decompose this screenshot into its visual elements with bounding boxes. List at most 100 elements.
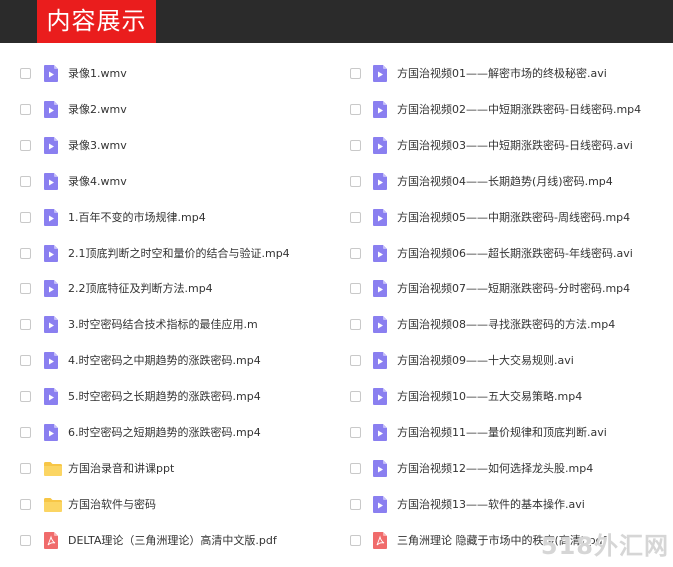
file-row[interactable]: 方国治视频02——中短期涨跌密码-日线密码.mp4 — [330, 92, 673, 128]
file-row[interactable]: 方国治视频08——寻找涨跌密码的方法.mp4 — [330, 307, 673, 343]
video-file-icon — [373, 100, 387, 118]
header-bar: 内容展示 — [0, 0, 673, 43]
file-checkbox[interactable] — [20, 68, 31, 79]
watermark: 518外汇网 — [540, 532, 669, 560]
file-row[interactable]: 1.百年不变的市场规律.mp4 — [0, 200, 330, 236]
file-checkbox[interactable] — [350, 498, 361, 510]
file-row[interactable]: 录像2.wmv — [0, 92, 330, 128]
folder-icon — [44, 461, 62, 476]
file-checkbox[interactable] — [350, 283, 361, 295]
file-checkbox[interactable] — [350, 175, 361, 187]
file-checkbox[interactable] — [20, 139, 31, 151]
file-row[interactable]: 方国治视频09——十大交易规则.avi — [330, 343, 673, 379]
file-name: 2.2顶底特征及判断方法.mp4 — [68, 282, 213, 296]
file-name: 方国治视频02——中短期涨跌密码-日线密码.mp4 — [397, 102, 642, 116]
file-checkbox[interactable] — [20, 319, 31, 331]
video-file-icon — [373, 208, 387, 226]
video-file-icon — [373, 172, 387, 190]
file-checkbox[interactable] — [350, 68, 361, 79]
video-file-icon — [373, 424, 387, 441]
file-row[interactable]: 方国治视频11——量价规律和顶底判断.avi — [330, 415, 673, 451]
file-name: DELTA理论（三角洲理论）高清中文版.pdf — [68, 533, 277, 547]
file-checkbox[interactable] — [350, 211, 361, 223]
video-file-icon — [44, 100, 58, 118]
file-checkbox[interactable] — [20, 283, 31, 295]
file-name: 方国治视频07——短期涨跌密码-分时密码.mp4 — [397, 282, 631, 296]
file-name: 方国治视频11——量价规律和顶底判断.avi — [397, 426, 607, 439]
file-name: 方国治视频13——软件的基本操作.avi — [397, 497, 585, 511]
file-checkbox[interactable] — [350, 103, 361, 115]
file-row[interactable]: 6.时空密码之短期趋势的涨跌密码.mp4 — [0, 415, 330, 451]
file-name: 方国治视频01——解密市场的终极秘密.avi — [397, 67, 607, 80]
video-file-icon — [44, 208, 58, 226]
file-row[interactable]: 方国治视频01——解密市场的终极秘密.avi — [330, 56, 673, 92]
file-name: 5.时空密码之长期趋势的涨跌密码.mp4 — [68, 390, 261, 404]
video-file-icon — [44, 316, 58, 334]
file-checkbox[interactable] — [20, 247, 31, 259]
file-name: 录像4.wmv — [68, 174, 127, 188]
file-row[interactable]: 5.时空密码之长期趋势的涨跌密码.mp4 — [0, 379, 330, 415]
file-checkbox[interactable] — [350, 391, 361, 403]
file-checkbox[interactable] — [20, 498, 31, 510]
file-row[interactable]: DELTA理论（三角洲理论）高清中文版.pdf — [0, 523, 330, 559]
file-checkbox[interactable] — [20, 355, 31, 367]
folder-icon — [44, 497, 62, 512]
file-checkbox[interactable] — [350, 462, 361, 474]
file-row[interactable]: 录像3.wmv — [0, 128, 330, 164]
file-name: 方国治视频06——超长期涨跌密码-年线密码.avi — [397, 246, 633, 260]
file-checkbox[interactable] — [350, 139, 361, 151]
file-row[interactable]: 2.1顶底判断之时空和量价的结合与验证.mp4 — [0, 236, 330, 272]
video-file-icon — [373, 316, 387, 334]
file-checkbox[interactable] — [350, 319, 361, 331]
file-row[interactable]: 4.时空密码之中期趋势的涨跌密码.mp4 — [0, 343, 330, 379]
file-name: 方国治录音和讲课ppt — [68, 461, 175, 475]
file-row[interactable]: 方国治视频04——长期趋势(月线)密码.mp4 — [330, 164, 673, 200]
file-row[interactable]: 方国治视频12——如何选择龙头股.mp4 — [330, 451, 673, 487]
file-name: 1.百年不变的市场规律.mp4 — [68, 210, 206, 224]
file-name: 6.时空密码之短期趋势的涨跌密码.mp4 — [68, 426, 261, 439]
file-checkbox[interactable] — [20, 175, 31, 187]
file-checkbox[interactable] — [350, 355, 361, 367]
file-row[interactable]: 方国治软件与密码 — [0, 487, 330, 523]
video-file-icon — [44, 244, 58, 262]
file-row[interactable]: 方国治视频07——短期涨跌密码-分时密码.mp4 — [330, 271, 673, 307]
file-row[interactable]: 方国治录音和讲课ppt — [0, 451, 330, 487]
file-row[interactable]: 方国治视频05——中期涨跌密码-周线密码.mp4 — [330, 200, 673, 236]
file-checkbox[interactable] — [350, 247, 361, 259]
video-file-icon — [373, 280, 387, 298]
pdf-file-icon — [373, 531, 387, 549]
file-row[interactable]: 方国治视频03——中短期涨跌密码-日线密码.avi — [330, 128, 673, 164]
file-checkbox[interactable] — [350, 534, 361, 546]
file-row[interactable]: 录像1.wmv — [0, 56, 330, 92]
pdf-file-icon — [44, 531, 58, 549]
file-checkbox[interactable] — [350, 427, 361, 438]
file-name: 方国治视频05——中期涨跌密码-周线密码.mp4 — [397, 210, 631, 224]
file-name: 方国治视频04——长期趋势(月线)密码.mp4 — [397, 174, 613, 188]
video-file-icon — [44, 136, 58, 154]
file-checkbox[interactable] — [20, 462, 31, 474]
file-checkbox[interactable] — [20, 103, 31, 115]
file-checkbox[interactable] — [20, 211, 31, 223]
video-file-icon — [44, 352, 58, 370]
file-row[interactable]: 方国治视频10——五大交易策略.mp4 — [330, 379, 673, 415]
file-name: 录像2.wmv — [68, 102, 127, 116]
file-row[interactable]: 3.时空密码结合技术指标的最佳应用.m — [0, 307, 330, 343]
file-name: 3.时空密码结合技术指标的最佳应用.m — [68, 318, 258, 332]
video-file-icon — [373, 495, 387, 513]
file-row[interactable]: 录像4.wmv — [0, 164, 330, 200]
file-row[interactable]: 2.2顶底特征及判断方法.mp4 — [0, 271, 330, 307]
video-file-icon — [44, 172, 58, 190]
file-checkbox[interactable] — [20, 534, 31, 546]
file-name: 方国治视频12——如何选择龙头股.mp4 — [397, 461, 594, 475]
file-name: 录像3.wmv — [68, 138, 127, 152]
file-row[interactable]: 方国治视频13——软件的基本操作.avi — [330, 487, 673, 523]
page-title: 内容展示 — [37, 0, 156, 43]
file-checkbox[interactable] — [20, 427, 31, 438]
file-name: 录像1.wmv — [68, 67, 127, 80]
video-file-icon — [373, 65, 387, 82]
video-file-icon — [44, 424, 58, 441]
file-checkbox[interactable] — [20, 391, 31, 403]
file-name: 方国治视频09——十大交易规则.avi — [397, 354, 574, 368]
file-row[interactable]: 方国治视频06——超长期涨跌密码-年线密码.avi — [330, 236, 673, 272]
file-name: 2.1顶底判断之时空和量价的结合与验证.mp4 — [68, 246, 290, 260]
